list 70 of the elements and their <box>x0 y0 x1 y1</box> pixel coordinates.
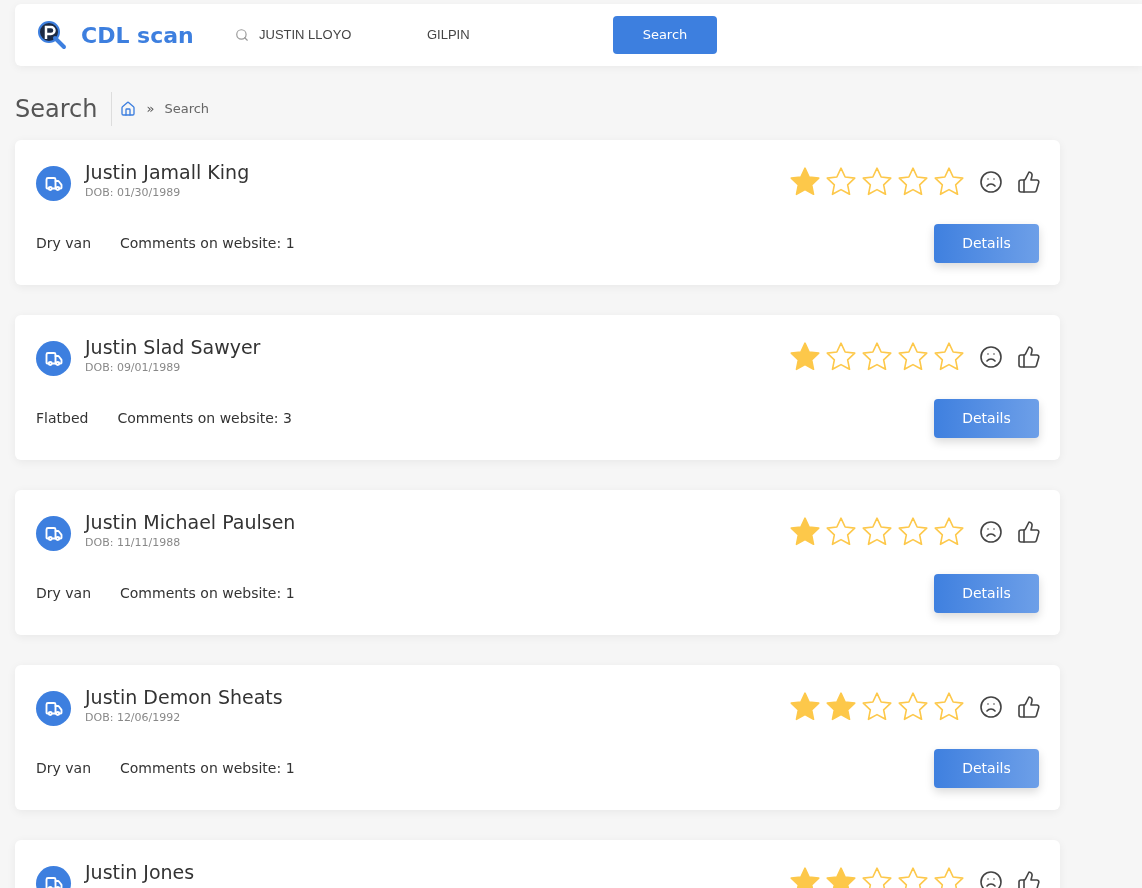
page-title: Search <box>15 94 99 125</box>
truck-icon <box>36 691 71 726</box>
driver-dob: DOB: 11/11/1988 <box>85 535 182 551</box>
home-icon[interactable] <box>120 101 137 117</box>
filled-star-icon <box>789 866 821 888</box>
frown-icon[interactable] <box>979 869 1003 888</box>
search-icon <box>235 28 249 42</box>
thumbs-up-icon[interactable] <box>1017 869 1041 888</box>
thumbs-up-icon[interactable] <box>1017 344 1041 369</box>
filled-star-icon <box>789 166 821 197</box>
empty-star-icon <box>933 166 965 197</box>
empty-star-icon <box>933 516 965 547</box>
frown-icon[interactable] <box>979 519 1003 544</box>
comments-count: Comments on website: 3 <box>117 409 292 428</box>
details-button[interactable]: Details <box>934 574 1039 613</box>
breadcrumb-current: Search <box>164 100 210 119</box>
name-search-field[interactable]: JUSTIN LLOYO <box>259 25 419 45</box>
empty-star-icon <box>897 516 929 547</box>
last-name-field[interactable]: GILPIN <box>427 25 607 45</box>
breadcrumb-separator: » <box>146 100 155 119</box>
frown-icon[interactable] <box>979 344 1003 369</box>
filled-star-icon <box>825 691 857 722</box>
trailer-type: Dry van <box>36 234 91 253</box>
filled-star-icon <box>789 691 821 722</box>
empty-star-icon <box>825 341 857 372</box>
empty-star-icon <box>825 166 857 197</box>
empty-star-icon <box>861 341 893 372</box>
driver-dob: DOB: 12/06/1992 <box>85 710 182 726</box>
filled-star-icon <box>825 866 857 888</box>
empty-star-icon <box>897 341 929 372</box>
details-button[interactable]: Details <box>934 399 1039 438</box>
logo-text: CDL scan <box>81 21 195 50</box>
trailer-type: Flatbed <box>36 409 89 428</box>
comments-count: Comments on website: 1 <box>120 584 295 603</box>
comments-count: Comments on website: 1 <box>120 759 295 778</box>
truck-icon <box>36 341 71 376</box>
trailer-type: Dry van <box>36 759 91 778</box>
driver-name: Justin Jones <box>85 860 195 884</box>
details-button[interactable]: Details <box>934 749 1039 788</box>
frown-icon[interactable] <box>979 694 1003 719</box>
empty-star-icon <box>933 866 965 888</box>
empty-star-icon <box>861 166 893 197</box>
driver-name: Justin Slad Sawyer <box>85 335 261 359</box>
truck-icon <box>36 516 71 551</box>
empty-star-icon <box>897 691 929 722</box>
driver-dob: DOB: 09/01/1989 <box>85 360 182 376</box>
driver-dob: DOB: 01/30/1989 <box>85 185 182 201</box>
logo-icon <box>36 19 68 51</box>
driver-name: Justin Jamall King <box>85 160 250 184</box>
comments-count: Comments on website: 1 <box>120 234 295 253</box>
search-button[interactable]: Search <box>613 16 717 54</box>
thumbs-up-icon[interactable] <box>1017 694 1041 719</box>
empty-star-icon <box>861 516 893 547</box>
driver-name: Justin Michael Paulsen <box>85 510 296 534</box>
frown-icon[interactable] <box>979 169 1003 194</box>
driver-name: Justin Demon Sheats <box>85 685 283 709</box>
empty-star-icon <box>897 166 929 197</box>
trailer-type: Dry van <box>36 584 91 603</box>
empty-star-icon <box>897 866 929 888</box>
filled-star-icon <box>789 516 821 547</box>
truck-icon <box>36 166 71 201</box>
empty-star-icon <box>933 691 965 722</box>
thumbs-up-icon[interactable] <box>1017 169 1041 194</box>
filled-star-icon <box>789 341 821 372</box>
empty-star-icon <box>861 691 893 722</box>
empty-star-icon <box>861 866 893 888</box>
empty-star-icon <box>933 341 965 372</box>
details-button[interactable]: Details <box>934 224 1039 263</box>
thumbs-up-icon[interactable] <box>1017 519 1041 544</box>
empty-star-icon <box>825 516 857 547</box>
